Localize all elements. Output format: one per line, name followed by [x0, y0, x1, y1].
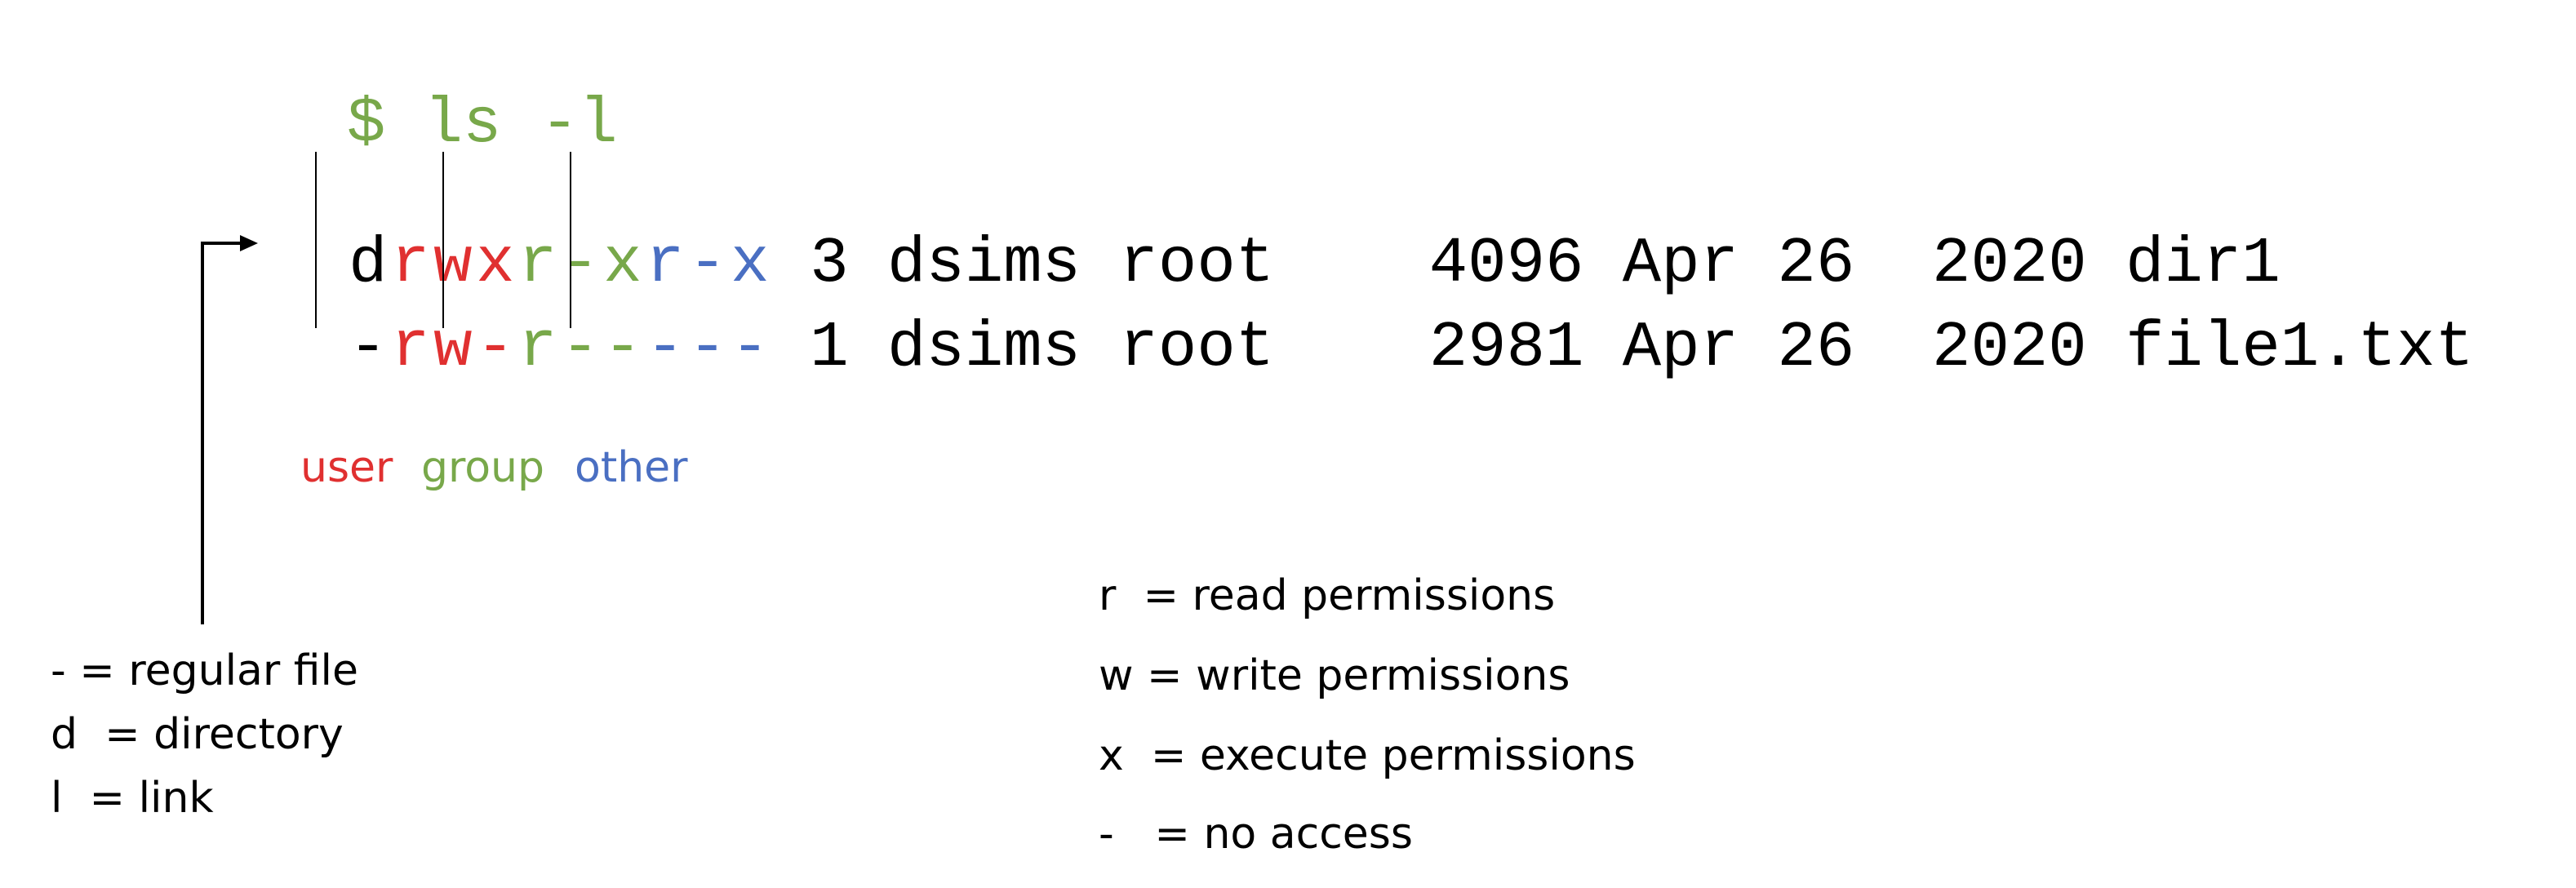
legend-execute: x = execute permissions — [1099, 731, 1636, 780]
legend-no-access: - = no access — [1099, 810, 1413, 859]
arrow-head — [240, 235, 258, 251]
legend-link: l = link — [51, 774, 214, 823]
legend-regular-file: - = regular file — [51, 646, 358, 695]
legend-read: r = read permissions — [1099, 571, 1556, 620]
legend-directory: d = directory — [51, 710, 344, 759]
legend-write: w = write permissions — [1099, 651, 1570, 700]
arrow-line — [201, 242, 245, 624]
